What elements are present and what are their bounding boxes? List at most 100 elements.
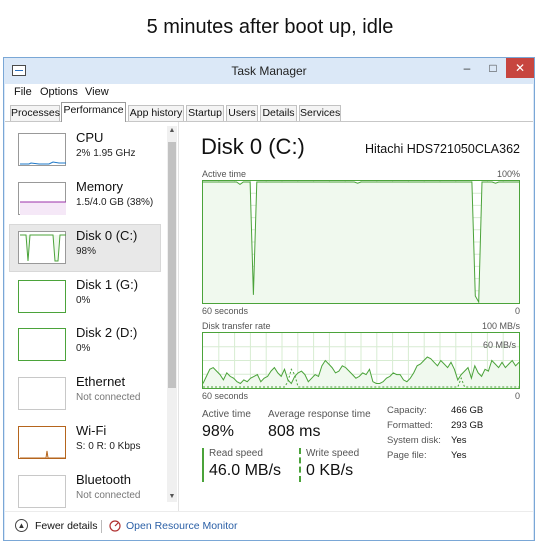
write-speed-indicator	[299, 448, 301, 482]
property-key: System disk:	[387, 435, 441, 446]
tab-processes[interactable]: Processes	[10, 105, 60, 121]
wifi-thumbnail-svg	[20, 450, 66, 459]
sidebar-item-cpu[interactable]: CPU 2% 1.95 GHz	[9, 126, 161, 174]
minimize-button[interactable]: –	[456, 58, 478, 78]
sidebar-item-label: Disk 0 (C:)	[76, 228, 138, 243]
property-key: Page file:	[387, 450, 427, 461]
menu-file[interactable]: File	[14, 86, 32, 98]
active-time-graph-min: 0	[514, 306, 520, 316]
sidebar-item-value: Not connected	[76, 392, 141, 403]
active-time-graph-max: 100%	[496, 169, 520, 179]
active-time-graph	[202, 180, 520, 304]
tab-users[interactable]: Users	[226, 105, 258, 121]
sidebar-item-disk-2[interactable]: Disk 2 (D:) 0%	[9, 321, 161, 369]
tab-app-history[interactable]: App history	[128, 105, 184, 121]
transfer-rate-graph-scale: 60 MB/s	[482, 340, 516, 350]
active-time-value: 98%	[202, 423, 235, 440]
fewer-details-button[interactable]: Fewer details	[35, 520, 97, 532]
property-row: System disk: Yes	[387, 435, 517, 449]
collapse-arrow-icon[interactable]: ▲	[15, 519, 28, 532]
disk-0-thumbnail-graph	[18, 231, 66, 264]
write-speed-label: Write speed	[306, 448, 360, 459]
memory-thumbnail-svg	[20, 201, 66, 215]
tab-startup[interactable]: Startup	[186, 105, 224, 121]
sidebar-item-value: 0%	[76, 295, 91, 306]
sidebar-item-value: 0%	[76, 343, 91, 354]
disk-1-thumbnail-graph	[18, 280, 66, 313]
sidebar-item-label: Bluetooth	[76, 472, 131, 487]
cpu-thumbnail-svg	[20, 161, 66, 165]
menu-view[interactable]: View	[85, 86, 109, 98]
transfer-rate-graph-svg	[203, 333, 519, 388]
property-row: Page file: Yes	[387, 450, 517, 464]
read-speed-indicator	[202, 448, 204, 482]
property-key: Formatted:	[387, 420, 433, 431]
active-time-label: Active time	[202, 409, 251, 420]
scrollbar-thumb[interactable]	[168, 142, 176, 388]
sidebar-item-label: Wi-Fi	[76, 423, 107, 438]
avg-response-value: 808 ms	[268, 423, 321, 440]
disk-model: Hitachi HDS721050CLA362	[365, 142, 520, 156]
maximize-button[interactable]: □	[482, 58, 504, 78]
ethernet-thumbnail-graph	[18, 377, 66, 410]
tab-bar: Processes Performance App history Startu…	[5, 101, 533, 122]
transfer-rate-graph-min: 0	[514, 391, 520, 401]
scroll-up-arrow-icon[interactable]: ▲	[167, 126, 177, 136]
scroll-down-arrow-icon[interactable]: ▼	[167, 492, 177, 502]
window-title: Task Manager	[231, 64, 307, 78]
tab-details[interactable]: Details	[260, 105, 297, 121]
sidebar-item-wifi[interactable]: Wi-Fi S: 0 R: 0 Kbps	[9, 419, 161, 467]
property-value: 293 GB	[451, 420, 484, 431]
transfer-rate-graph	[202, 332, 520, 389]
sidebar-item-value: 2% 1.95 GHz	[76, 148, 136, 159]
sidebar-item-bluetooth[interactable]: Bluetooth Not connected	[9, 468, 161, 511]
disk-detail-panel: Disk 0 (C:) Hitachi HDS721050CLA362 Acti…	[193, 122, 533, 511]
sidebar-scrollbar[interactable]: ▲ ▼	[167, 126, 177, 502]
sidebar-item-value: 1.5/4.0 GB (38%)	[76, 197, 154, 208]
tab-services[interactable]: Services	[299, 105, 341, 121]
sidebar-item-label: Disk 1 (G:)	[76, 277, 139, 292]
menu-bar: File Options View	[5, 84, 533, 101]
active-time-graph-label: Active time	[202, 169, 247, 179]
read-speed-value: 46.0 MB/s	[209, 462, 282, 479]
sidebar-item-label: Memory	[76, 179, 123, 194]
detail-title: Disk 0 (C:)	[201, 134, 305, 159]
bluetooth-thumbnail-graph	[18, 475, 66, 508]
active-time-graph-svg	[203, 181, 519, 303]
active-time-graph-timespan: 60 seconds	[202, 306, 249, 316]
property-value: Yes	[451, 435, 467, 446]
sidebar-item-value: Not connected	[76, 490, 141, 501]
cpu-thumbnail-graph	[18, 133, 66, 166]
task-manager-window: Task Manager – □ ✕ File Options View Pro…	[3, 57, 535, 541]
sidebar-item-ethernet[interactable]: Ethernet Not connected	[9, 370, 161, 418]
disk-2-thumbnail-graph	[18, 328, 66, 361]
property-row: Capacity: 466 GB	[387, 405, 517, 419]
disk-properties: Capacity: 466 GB Formatted: 293 GB Syste…	[387, 405, 517, 465]
close-button[interactable]: ✕	[506, 58, 534, 78]
menu-options[interactable]: Options	[40, 86, 78, 98]
sidebar-item-memory[interactable]: Memory 1.5/4.0 GB (38%)	[9, 175, 161, 223]
footer-bar: ▲ Fewer details Open Resource Monitor	[5, 511, 533, 540]
resource-monitor-icon[interactable]	[109, 520, 121, 532]
performance-content: CPU 2% 1.95 GHz Memory 1.5/4.0 GB (38%) …	[5, 122, 533, 511]
write-speed-value: 0 KB/s	[306, 462, 354, 479]
transfer-rate-graph-max: 100 MB/s	[481, 321, 520, 331]
sidebar-item-label: CPU	[76, 130, 104, 145]
wifi-thumbnail-graph	[18, 426, 66, 459]
open-resource-monitor-link[interactable]: Open Resource Monitor	[126, 520, 237, 532]
resource-sidebar: CPU 2% 1.95 GHz Memory 1.5/4.0 GB (38%) …	[5, 122, 179, 511]
property-value: Yes	[451, 450, 467, 461]
sidebar-item-disk-1[interactable]: Disk 1 (G:) 0%	[9, 273, 161, 321]
transfer-rate-graph-timespan: 60 seconds	[202, 391, 249, 401]
sidebar-item-label: Disk 2 (D:)	[76, 325, 138, 340]
sidebar-item-label: Ethernet	[76, 374, 126, 389]
property-row: Formatted: 293 GB	[387, 420, 517, 434]
sidebar-item-value: S: 0 R: 0 Kbps	[76, 441, 141, 452]
footer-divider	[101, 520, 102, 533]
read-speed-label: Read speed	[209, 448, 263, 459]
sidebar-item-disk-0[interactable]: Disk 0 (C:) 98%	[9, 224, 161, 272]
tab-performance[interactable]: Performance	[61, 102, 126, 122]
memory-thumbnail-graph	[18, 182, 66, 215]
title-bar[interactable]: Task Manager – □ ✕	[4, 58, 534, 84]
sidebar-item-value: 98%	[76, 246, 97, 257]
